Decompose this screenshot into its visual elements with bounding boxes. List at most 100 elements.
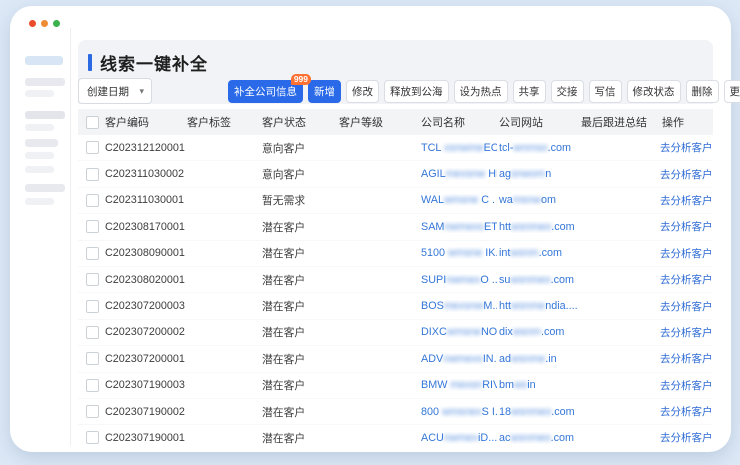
row-checkbox-cell	[78, 247, 103, 260]
window-minimize-icon[interactable]	[41, 20, 48, 27]
company-blur: wmsne	[447, 326, 481, 338]
analyze-customer-link[interactable]: 去分析客户	[654, 404, 713, 419]
company-pre: ACU	[421, 432, 444, 444]
website-suf: .in	[545, 353, 556, 365]
company-name-link[interactable]: ACUnwmexiD...	[419, 432, 497, 444]
sidebar-item[interactable]	[25, 198, 54, 205]
analyze-customer-link[interactable]: 去分析客户	[654, 246, 713, 261]
company-name-link[interactable]: SAMnwmexsET...	[419, 221, 497, 233]
company-website-link[interactable]: httwsnmendia....	[497, 300, 579, 312]
company-website-link[interactable]: adwsnme.in	[497, 353, 579, 365]
company-name-link[interactable]: ADVnwmexsIN...	[419, 353, 497, 365]
sidebar-item[interactable]	[25, 184, 65, 192]
company-website-link[interactable]: 18wsnmeo.com	[497, 406, 579, 418]
create-date-filter-dropdown[interactable]: 创建日期 ▾	[78, 78, 152, 104]
row-checkbox[interactable]	[86, 220, 99, 233]
analyze-customer-link[interactable]: 去分析客户	[654, 140, 713, 155]
company-suf: HN...	[485, 168, 497, 180]
sidebar-item[interactable]	[25, 139, 58, 147]
complete-company-info-button[interactable]: 补全公司信息 999	[228, 80, 303, 103]
sidebar-item[interactable]	[25, 152, 54, 159]
customer-status: 潜在客户	[260, 245, 337, 261]
sidebar-item[interactable]	[25, 90, 54, 97]
row-checkbox-cell	[78, 326, 103, 339]
select-all-checkbox[interactable]	[86, 116, 99, 129]
analyze-customer-link[interactable]: 去分析客户	[654, 219, 713, 234]
company-website-link[interactable]: acwsnmeo.com	[497, 432, 579, 444]
row-checkbox[interactable]	[86, 405, 99, 418]
more-button[interactable]: 更多... ▾	[724, 80, 740, 103]
toolbar-button-5[interactable]: 写信	[589, 80, 622, 103]
company-name-link[interactable]: AGILmexsnw HN...	[419, 168, 497, 180]
toolbar-button-3[interactable]: 共享	[513, 80, 546, 103]
analyze-customer-link[interactable]: 去分析客户	[654, 272, 713, 287]
analyze-customer-link[interactable]: 去分析客户	[654, 351, 713, 366]
row-checkbox[interactable]	[86, 273, 99, 286]
toolbar-button-7[interactable]: 删除	[686, 80, 719, 103]
company-name-link[interactable]: DIXCwmsneNO...	[419, 326, 497, 338]
company-suf: IN...	[483, 353, 497, 365]
toolbar-button-4[interactable]: 交接	[551, 80, 584, 103]
company-website-link[interactable]: wamsnwom	[497, 194, 579, 206]
analyze-customer-link[interactable]: 去分析客户	[654, 430, 713, 445]
page-header: 线索一键补全	[88, 50, 208, 75]
sidebar-item[interactable]	[25, 124, 54, 131]
company-website-link[interactable]: dixwsnm.com	[497, 326, 579, 338]
chevron-down-icon: ▾	[139, 87, 144, 96]
toolbar-button-1[interactable]: 释放到公海	[384, 80, 449, 103]
analyze-customer-link[interactable]: 去分析客户	[654, 378, 713, 393]
website-suf: .com	[548, 142, 571, 154]
company-website-link[interactable]: intwsnm.com	[497, 247, 579, 259]
toolbar-button-6[interactable]: 修改状态	[627, 80, 681, 103]
company-website-link[interactable]: bmwsin	[497, 379, 579, 391]
company-name-link[interactable]: BOSmexsnwM...	[419, 300, 497, 312]
company-name-link[interactable]: 5100 wmsne IK...	[419, 247, 497, 259]
row-checkbox-cell	[78, 220, 103, 233]
sidebar-item[interactable]	[25, 78, 65, 86]
company-website-link[interactable]: agsnwomn	[497, 168, 579, 180]
company-blur: nwmex	[446, 274, 480, 286]
row-checkbox[interactable]	[86, 431, 99, 444]
analyze-customer-link[interactable]: 去分析客户	[654, 325, 713, 340]
row-checkbox[interactable]	[86, 326, 99, 339]
company-name-link[interactable]: WALwmsne C .	[419, 194, 497, 206]
company-suf: C .	[478, 194, 495, 206]
company-name-link[interactable]: TCL xsnwmeEC...	[419, 142, 497, 154]
row-checkbox[interactable]	[86, 379, 99, 392]
company-name-link[interactable]: SUPInwmexO ...	[419, 274, 497, 286]
toolbar-button-0[interactable]: 修改	[346, 80, 379, 103]
table-row: C202307190002 潜在客户 800 wmsnexS I... 18ws…	[78, 399, 713, 425]
website-blur: wsnmeo	[510, 432, 550, 444]
sidebar-item[interactable]	[25, 111, 65, 119]
row-checkbox-cell	[78, 352, 103, 365]
row-checkbox[interactable]	[86, 194, 99, 207]
company-pre: BOS	[421, 300, 444, 312]
company-name-link[interactable]: 800 wmsnexS I...	[419, 406, 497, 418]
company-name-link[interactable]: BMW mexsnRIV...	[419, 379, 497, 391]
page-title: 线索一键补全	[100, 50, 208, 75]
website-blur: wsnme	[511, 300, 545, 312]
table-row: C202312120001 意向客户 TCL xsnwmeEC... tcl-w…	[78, 135, 713, 161]
company-website-link[interactable]: tcl-wnmso.com	[497, 142, 579, 154]
customer-code: C202311030001	[103, 194, 185, 206]
company-website-link[interactable]: suwsnmeo.com	[497, 274, 579, 286]
toolbar-button-2[interactable]: 设为热点	[454, 80, 508, 103]
company-suf: NO...	[481, 326, 497, 338]
sidebar-item-active[interactable]	[25, 56, 63, 65]
analyze-customer-link[interactable]: 去分析客户	[654, 193, 713, 208]
add-new-button[interactable]: 新增	[308, 80, 341, 103]
row-checkbox[interactable]	[86, 247, 99, 260]
website-suf: .com	[539, 247, 562, 259]
sidebar-item[interactable]	[25, 166, 54, 173]
row-checkbox[interactable]	[86, 352, 99, 365]
analyze-customer-link[interactable]: 去分析客户	[654, 299, 713, 314]
row-checkbox[interactable]	[86, 300, 99, 313]
analyze-customer-link[interactable]: 去分析客户	[654, 167, 713, 182]
website-pre: htt	[499, 221, 511, 233]
row-checkbox[interactable]	[86, 168, 99, 181]
customer-status: 潜在客户	[260, 219, 337, 235]
row-checkbox[interactable]	[86, 141, 99, 154]
company-website-link[interactable]: httwsnmeo.com	[497, 221, 579, 233]
window-maximize-icon[interactable]	[53, 20, 60, 27]
window-close-icon[interactable]	[29, 20, 36, 27]
